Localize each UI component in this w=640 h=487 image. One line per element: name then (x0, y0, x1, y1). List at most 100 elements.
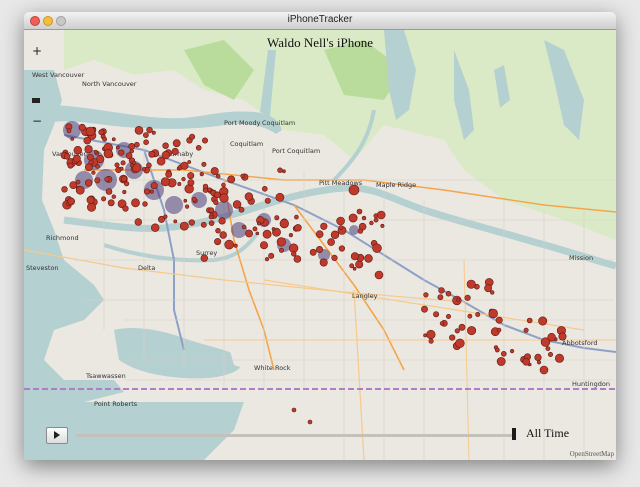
map-view[interactable]: West Vancouver North Vancouver Vancouver… (24, 30, 616, 460)
location-dot (348, 184, 360, 196)
location-dot (252, 226, 258, 232)
location-dot (105, 188, 113, 195)
location-dot (426, 329, 436, 340)
location-dot (309, 248, 317, 256)
location-dot (276, 237, 286, 247)
location-dot (191, 196, 197, 202)
location-dot (143, 139, 149, 145)
location-dot (171, 147, 179, 156)
location-dot (372, 243, 382, 253)
play-button[interactable] (46, 427, 68, 444)
titlebar[interactable]: iPhoneTracker (24, 12, 616, 30)
location-dot (151, 130, 156, 135)
location-dot (547, 351, 553, 357)
location-dot (352, 266, 357, 271)
location-dot (219, 193, 229, 203)
location-dot (199, 172, 204, 177)
zoom-out-button[interactable]: − (32, 114, 42, 128)
zoom-slider-handle[interactable] (32, 98, 40, 103)
location-cluster (349, 225, 359, 235)
location-dot (98, 129, 105, 136)
location-dot (61, 186, 68, 193)
location-dot (173, 219, 178, 224)
location-dot (67, 162, 74, 169)
location-dot (467, 313, 473, 319)
location-dot (102, 136, 107, 142)
location-dot (189, 133, 196, 140)
location-dot (123, 181, 130, 187)
location-dot (134, 126, 144, 135)
location-dot (232, 200, 242, 209)
location-dot (356, 208, 363, 215)
location-dot (119, 166, 124, 171)
location-dot (208, 220, 215, 226)
location-dot (218, 217, 226, 225)
location-dot (148, 150, 156, 158)
location-dot (244, 192, 254, 201)
location-dot (187, 172, 195, 180)
app-window: iPhoneTracker West Vancouver North Vanco… (24, 12, 616, 460)
time-slider-track[interactable] (76, 434, 516, 437)
location-dot (146, 126, 153, 134)
map-heading: Waldo Nell's iPhone (266, 35, 373, 50)
location-dot (172, 139, 181, 148)
location-dot (496, 327, 502, 333)
location-dot (496, 357, 506, 366)
location-dot (107, 199, 115, 207)
location-dot (357, 228, 364, 234)
location-dot (361, 215, 367, 221)
location-dot (466, 279, 476, 289)
location-dot (331, 254, 338, 261)
location-dot (149, 189, 154, 194)
location-dot (73, 154, 81, 163)
location-dot (208, 207, 215, 214)
location-dot (350, 252, 359, 261)
location-dot (291, 407, 297, 413)
location-dot (260, 241, 269, 250)
location-dot (380, 223, 385, 228)
location-dot (494, 347, 500, 353)
location-dot (120, 175, 128, 182)
location-dot (445, 290, 452, 297)
location-dot (122, 205, 129, 212)
location-dot (111, 194, 117, 199)
location-dot (214, 238, 222, 246)
location-dot (219, 231, 227, 239)
location-dot (523, 327, 529, 333)
location-dot (291, 251, 297, 257)
zoom-in-button[interactable]: + (32, 44, 42, 58)
location-dot (67, 197, 76, 206)
location-dot (338, 245, 346, 252)
location-dot (330, 230, 340, 240)
location-dot (268, 252, 275, 259)
location-dot (495, 316, 503, 324)
location-dot (279, 247, 285, 253)
location-dot (490, 290, 495, 295)
location-dot (233, 243, 238, 248)
location-dot (215, 228, 221, 234)
location-dot (554, 353, 564, 363)
location-dot (111, 137, 116, 142)
location-dot (142, 201, 148, 207)
location-dot (146, 162, 152, 169)
location-dot (349, 263, 355, 269)
location-dot (131, 198, 140, 208)
location-dot (83, 136, 92, 145)
location-dot (120, 160, 126, 166)
map-attribution: OpenStreetMap (569, 450, 614, 458)
time-slider-thumb[interactable] (512, 428, 516, 440)
location-dot (185, 204, 190, 209)
location-dot (85, 126, 96, 137)
location-dot (187, 160, 192, 164)
location-dot (421, 305, 428, 313)
location-dot (240, 173, 245, 179)
location-dot (142, 167, 147, 171)
location-dot (161, 150, 170, 160)
window-title: iPhoneTracker (287, 14, 353, 25)
location-dot (373, 217, 379, 223)
location-dot (87, 153, 94, 161)
location-dot (115, 145, 120, 150)
location-dot (484, 284, 492, 293)
location-dot (179, 221, 189, 231)
location-dot (150, 223, 160, 232)
